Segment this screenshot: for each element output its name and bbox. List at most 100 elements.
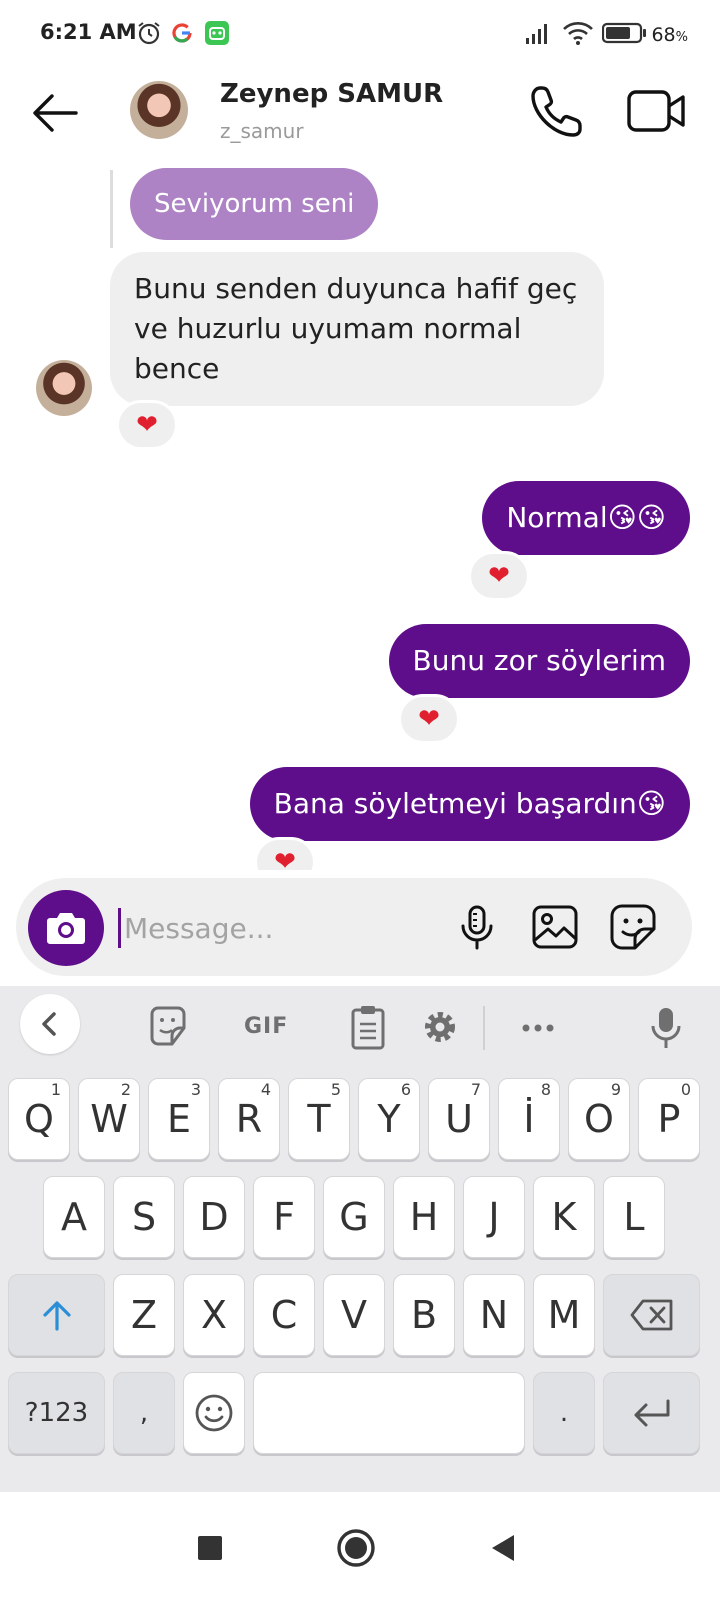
- outgoing-message[interactable]: Bana söyletmeyi başardın😘: [249, 767, 690, 841]
- clipboard-icon[interactable]: [350, 1002, 386, 1052]
- key-number: 0: [680, 1080, 691, 1099]
- system-navigation-bar: [0, 1492, 720, 1600]
- quoted-message[interactable]: Seviyorum seni: [130, 168, 379, 240]
- key-w[interactable]: W2: [78, 1078, 140, 1160]
- chat-header: Zeynep SAMUR z_samur: [0, 68, 720, 158]
- key-v[interactable]: V: [323, 1274, 385, 1356]
- key-m[interactable]: M: [533, 1274, 595, 1356]
- key-label: İ: [523, 1097, 535, 1141]
- backspace-key[interactable]: [603, 1274, 700, 1356]
- key-label: Y: [377, 1097, 401, 1141]
- contact-name[interactable]: Zeynep SAMUR: [220, 79, 443, 109]
- key-label: E: [166, 1097, 191, 1141]
- outgoing-message[interactable]: Bunu zor söylerim: [388, 624, 690, 698]
- more-icon[interactable]: [518, 1002, 558, 1052]
- key-q[interactable]: Q1: [8, 1078, 70, 1160]
- key-label: P: [657, 1097, 681, 1141]
- message-input[interactable]: [124, 900, 444, 956]
- google-icon: [172, 23, 192, 43]
- heart-reaction[interactable]: ❤: [116, 400, 178, 450]
- sticker-icon[interactable]: [146, 1002, 190, 1052]
- key-n[interactable]: N: [463, 1274, 525, 1356]
- emoji-key[interactable]: [183, 1372, 245, 1454]
- enter-key[interactable]: [603, 1372, 700, 1454]
- sticker-icon[interactable]: [608, 902, 658, 952]
- keyboard-collapse-button[interactable]: [20, 994, 80, 1054]
- outgoing-message[interactable]: Normal😘😘: [482, 481, 690, 555]
- recents-square-icon[interactable]: [188, 1526, 232, 1570]
- toolbar-divider: [483, 1006, 485, 1050]
- key-y[interactable]: Y6: [358, 1078, 420, 1160]
- key-number: 6: [400, 1080, 411, 1099]
- keyboard: GIF Q1 W2 E3 R4 T5 Y6 U7 İ8 O9 P0 A S D …: [0, 986, 720, 1492]
- key-e[interactable]: E3: [148, 1078, 210, 1160]
- signal-icon: [526, 24, 547, 44]
- back-triangle-icon[interactable]: [482, 1526, 526, 1570]
- key-z[interactable]: Z: [113, 1274, 175, 1356]
- key-f[interactable]: F: [253, 1176, 315, 1258]
- key-number: 9: [610, 1080, 621, 1099]
- gear-icon[interactable]: [420, 1002, 460, 1052]
- camera-button[interactable]: [28, 890, 104, 966]
- status-bar: 6:21 AM 68%: [0, 0, 720, 68]
- contact-username[interactable]: z_samur: [220, 119, 304, 143]
- emoji-icon: [195, 1394, 233, 1432]
- key-j[interactable]: J: [463, 1176, 525, 1258]
- chevron-left-icon: [42, 1012, 56, 1036]
- key-dotted-i[interactable]: İ8: [498, 1078, 560, 1160]
- period-key[interactable]: .: [533, 1372, 595, 1454]
- heart-reaction[interactable]: ❤: [398, 694, 460, 744]
- key-r[interactable]: R4: [218, 1078, 280, 1160]
- message-composer: [16, 878, 692, 976]
- heart-reaction[interactable]: ❤: [254, 837, 316, 870]
- status-time: 6:21 AM: [40, 20, 137, 44]
- key-label: U: [445, 1097, 473, 1141]
- symbols-key[interactable]: ?123: [8, 1372, 105, 1454]
- robot-app-icon: [205, 21, 229, 45]
- sender-avatar[interactable]: [36, 360, 92, 416]
- microphone-icon[interactable]: [452, 902, 502, 952]
- reply-indicator-line: [110, 170, 113, 248]
- shift-key[interactable]: [8, 1274, 105, 1356]
- key-t[interactable]: T5: [288, 1078, 350, 1160]
- phone-icon[interactable]: [528, 82, 586, 140]
- text-caret: [118, 908, 121, 948]
- key-s[interactable]: S: [113, 1176, 175, 1258]
- incoming-message[interactable]: Bunu senden duyunca hafif geç ve huzurlu…: [110, 252, 604, 406]
- back-arrow-icon[interactable]: [28, 90, 84, 136]
- key-label: R: [235, 1097, 263, 1141]
- battery-suffix: %: [675, 30, 688, 45]
- microphone-icon[interactable]: [650, 1002, 682, 1052]
- key-d[interactable]: D: [183, 1176, 245, 1258]
- comma-key[interactable]: ,: [113, 1372, 175, 1454]
- key-x[interactable]: X: [183, 1274, 245, 1356]
- key-u[interactable]: U7: [428, 1078, 490, 1160]
- gif-button[interactable]: GIF: [244, 1002, 288, 1052]
- key-label: O: [584, 1097, 614, 1141]
- heart-reaction[interactable]: ❤: [468, 551, 530, 601]
- key-h[interactable]: H: [393, 1176, 455, 1258]
- home-circle-icon[interactable]: [334, 1526, 378, 1570]
- key-k[interactable]: K: [533, 1176, 595, 1258]
- key-number: 7: [470, 1080, 481, 1099]
- key-c[interactable]: C: [253, 1274, 315, 1356]
- key-label: W: [90, 1097, 128, 1141]
- key-g[interactable]: G: [323, 1176, 385, 1258]
- backspace-icon: [630, 1299, 672, 1331]
- message-list[interactable]: Seviyorum seni Bunu senden duyunca hafif…: [0, 158, 720, 870]
- key-number: 3: [190, 1080, 201, 1099]
- key-p[interactable]: P0: [638, 1078, 700, 1160]
- key-number: 1: [50, 1080, 61, 1099]
- key-l[interactable]: L: [603, 1176, 665, 1258]
- video-camera-icon[interactable]: [626, 86, 688, 136]
- contact-avatar[interactable]: [130, 81, 188, 139]
- key-b[interactable]: B: [393, 1274, 455, 1356]
- enter-icon: [634, 1399, 669, 1427]
- arrow-up-icon: [42, 1301, 71, 1331]
- space-key[interactable]: [253, 1372, 525, 1454]
- gallery-icon[interactable]: [530, 902, 580, 952]
- key-o[interactable]: O9: [568, 1078, 630, 1160]
- key-a[interactable]: A: [43, 1176, 105, 1258]
- key-number: 2: [120, 1080, 131, 1099]
- key-label: Q: [24, 1097, 54, 1141]
